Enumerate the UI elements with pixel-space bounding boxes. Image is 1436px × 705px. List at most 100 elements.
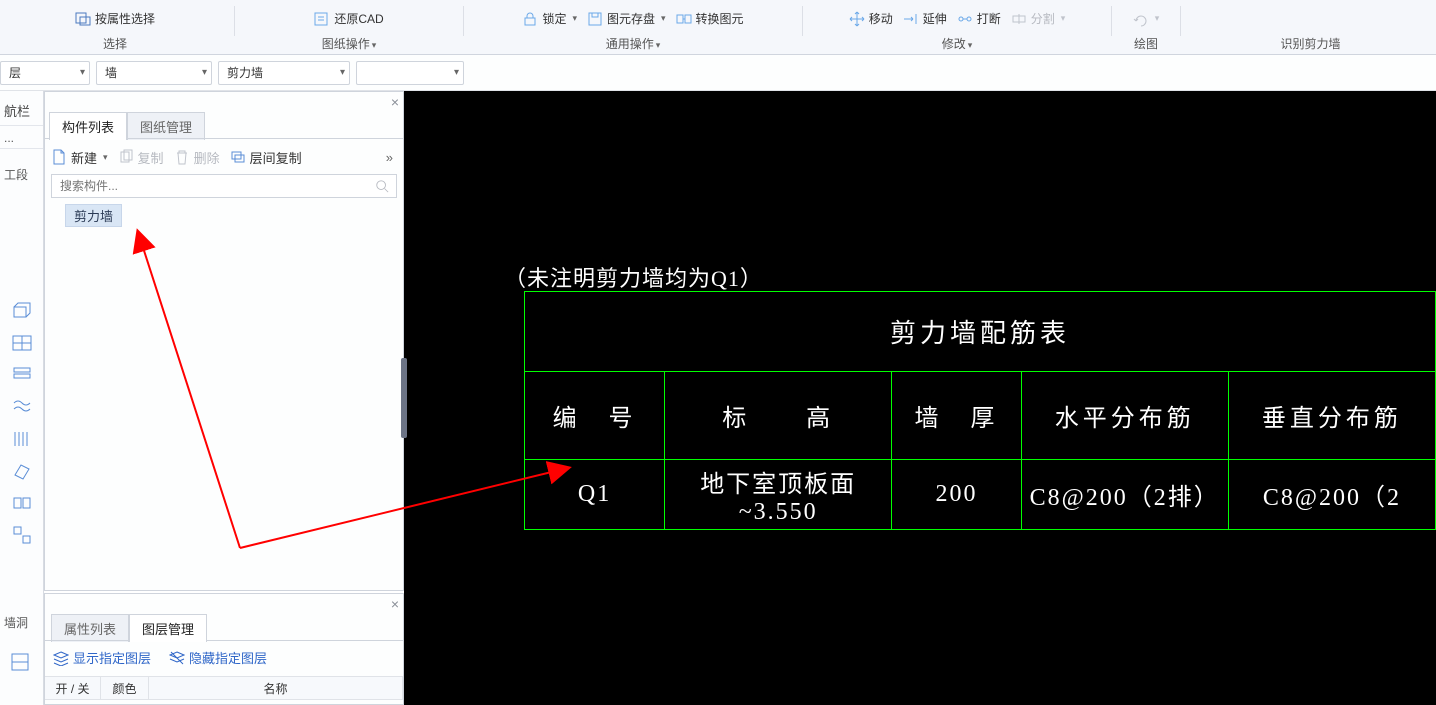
- save-element-button[interactable]: 图元存盘 ▾: [585, 9, 668, 28]
- block-icon[interactable]: [11, 493, 33, 513]
- nav-stripe[interactable]: ...: [0, 125, 43, 149]
- show-layer-button[interactable]: 显示指定图层: [53, 648, 151, 667]
- floor-copy-button[interactable]: 层间复制: [230, 148, 302, 167]
- break-button[interactable]: 打断: [955, 9, 1003, 28]
- property-select-button[interactable]: 按属性选择: [73, 9, 157, 28]
- extend-icon: [903, 11, 919, 27]
- chevron-down-icon[interactable]: ▾: [572, 13, 577, 24]
- lock-button[interactable]: 锁定 ▾: [520, 9, 579, 28]
- ribbon-separator: [463, 6, 464, 36]
- th-elevation: 标 高: [665, 372, 892, 460]
- split-button: 分割 ▾: [1009, 9, 1068, 28]
- save-icon: [587, 11, 603, 27]
- chevron-down-icon[interactable]: ▾: [661, 13, 666, 24]
- hide-layer-label: 隐藏指定图层: [189, 648, 267, 667]
- chevron-down-icon: ▾: [1061, 13, 1066, 24]
- search-container: [51, 174, 397, 198]
- tab-drawing-manage[interactable]: 图纸管理: [127, 112, 205, 140]
- ribbon-toolbar: 按属性选择 选择 还原CAD 图纸操作▾ 锁定 ▾: [0, 0, 1436, 55]
- chevron-down-icon[interactable]: ▾: [103, 152, 108, 163]
- floor-selector[interactable]: 层 ▾: [0, 61, 90, 85]
- lock-icon: [522, 11, 538, 27]
- move-icon: [849, 11, 865, 27]
- chevron-down-icon: ▾: [334, 67, 345, 78]
- nav-title: 航栏: [4, 101, 30, 120]
- ribbon-group-label-select: 选择: [103, 35, 127, 54]
- panel-tabs: 构件列表 图纸管理: [49, 112, 205, 140]
- more-button[interactable]: »: [386, 150, 397, 165]
- property-select-icon: [75, 11, 91, 27]
- hide-layer-button[interactable]: 隐藏指定图层: [169, 648, 267, 667]
- undo-icon: [1133, 11, 1149, 27]
- ribbon-group-label-drawings: 图纸操作▾: [322, 35, 377, 54]
- component-tree: 剪力墙: [65, 204, 122, 227]
- panel2-tabs: 属性列表 图层管理: [51, 614, 207, 642]
- col-onoff: 开 / 关: [45, 677, 101, 699]
- tab-properties[interactable]: 属性列表: [51, 614, 129, 642]
- chevron-down-icon: ▾: [74, 67, 85, 78]
- convert-icon: [676, 11, 692, 27]
- lock-label: 锁定: [542, 10, 566, 27]
- tree-item-shearwall[interactable]: 剪力墙: [65, 204, 122, 227]
- nav-hole[interactable]: 墙洞: [4, 614, 28, 631]
- subtype-selector[interactable]: 剪力墙 ▾: [218, 61, 350, 85]
- panel-toolbar: 新建 ▾ 复制 删除 层间复制 »: [51, 144, 397, 170]
- col-color: 颜色: [101, 677, 149, 699]
- convert-element-label: 转换图元: [696, 10, 744, 27]
- chevron-down-icon[interactable]: ▾: [656, 40, 661, 50]
- search-input[interactable]: [51, 174, 397, 198]
- floor-copy-icon: [230, 149, 246, 165]
- hatch-icon[interactable]: [11, 429, 33, 449]
- tab-layer-manage[interactable]: 图层管理: [129, 614, 207, 642]
- td-number: Q1: [525, 460, 665, 530]
- delete-label: 删除: [194, 148, 220, 167]
- ribbon-group-label-general: 通用操作▾: [606, 35, 661, 54]
- instance-selector[interactable]: ▾: [356, 61, 464, 85]
- convert-element-button[interactable]: 转换图元: [674, 9, 746, 28]
- ribbon-separator: [1111, 6, 1112, 36]
- extend-label: 延伸: [923, 10, 947, 27]
- ribbon-group-label-draw: 绘图: [1134, 35, 1158, 54]
- context-selector-row: 层 ▾ 墙 ▾ 剪力墙 ▾ ▾: [0, 55, 1436, 91]
- layer-manage-panel: × 属性列表 图层管理 显示指定图层 隐藏指定图层 开 / 关 颜色 名称: [44, 593, 404, 705]
- chevron-down-icon[interactable]: ▾: [968, 40, 973, 50]
- layer-table-header: 开 / 关 颜色 名称: [45, 676, 403, 700]
- table-title: 剪力墙配筋表: [525, 292, 1436, 372]
- copy-icon: [118, 149, 134, 165]
- grid-icon[interactable]: [11, 333, 33, 353]
- misc-icon[interactable]: [10, 652, 30, 675]
- close-icon[interactable]: ×: [391, 94, 399, 110]
- show-layer-label: 显示指定图层: [73, 648, 151, 667]
- td-elevation: 地下室顶板面~3.550: [665, 460, 892, 530]
- left-tool-icons: [0, 301, 43, 545]
- restore-cad-button[interactable]: 还原CAD: [312, 9, 385, 28]
- th-vertical: 垂直分布筋: [1228, 372, 1435, 460]
- component-list-panel: × 构件列表 图纸管理 新建 ▾ 复制 删除: [44, 91, 404, 591]
- splitter-handle[interactable]: [401, 358, 407, 438]
- quad-icon[interactable]: [11, 525, 33, 545]
- draw-tool-button: ▾: [1131, 10, 1162, 28]
- chevron-down-icon[interactable]: ▾: [372, 40, 377, 50]
- restore-cad-icon: [314, 11, 330, 27]
- break-icon: [957, 11, 973, 27]
- tab-components[interactable]: 构件列表: [49, 112, 127, 140]
- restore-cad-label: 还原CAD: [334, 10, 383, 27]
- copy-label: 复制: [138, 148, 164, 167]
- move-button[interactable]: 移动: [847, 9, 895, 28]
- ribbon-separator: [234, 6, 235, 36]
- trash-icon: [174, 149, 190, 165]
- new-button[interactable]: 新建 ▾: [51, 148, 108, 167]
- category-selector[interactable]: 墙 ▾: [96, 61, 212, 85]
- td-thickness: 200: [892, 460, 1021, 530]
- waves-icon[interactable]: [11, 397, 33, 417]
- nav-segment[interactable]: 工段: [0, 163, 43, 187]
- cube-icon[interactable]: [11, 301, 33, 321]
- stack-icon[interactable]: [11, 365, 33, 385]
- ribbon-separator: [1180, 6, 1181, 36]
- extend-button[interactable]: 延伸: [901, 9, 949, 28]
- floor-selector-value: 层: [9, 64, 21, 81]
- layers-icon: [53, 650, 69, 666]
- solid-icon[interactable]: [11, 461, 33, 481]
- cad-canvas[interactable]: （未注明剪力墙均为Q1） 剪力墙配筋表 编 号 标 高 墙 厚 水平分布筋 垂直…: [404, 91, 1436, 705]
- close-icon[interactable]: ×: [391, 596, 399, 612]
